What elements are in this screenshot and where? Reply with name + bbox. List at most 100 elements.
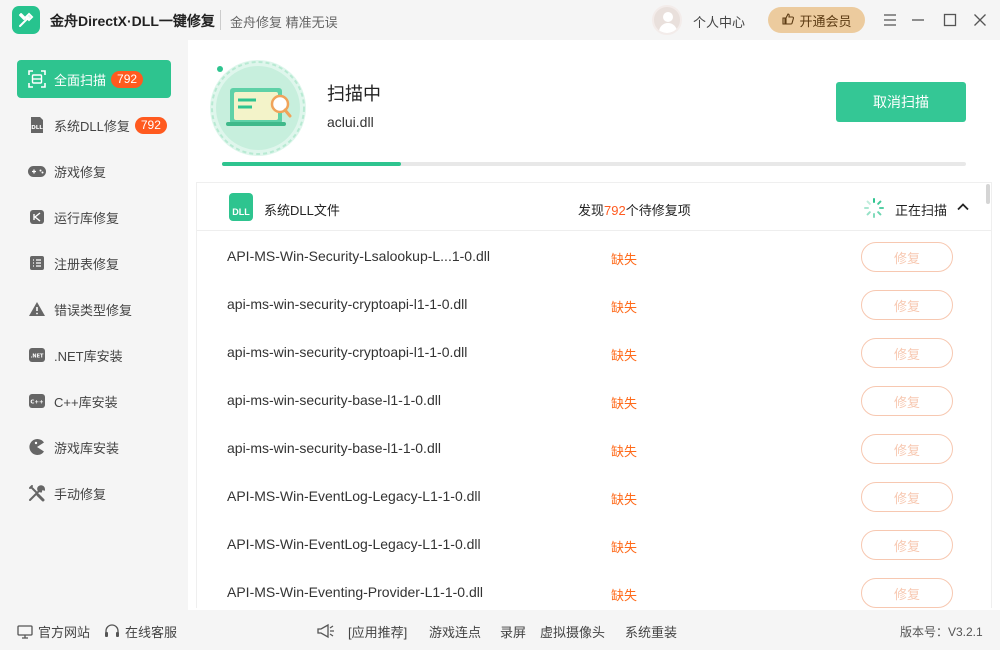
dll-status: 缺失 (611, 492, 638, 507)
sidebar-item-label: 全面扫描 (54, 72, 107, 88)
dll-status: 缺失 (611, 444, 638, 459)
dll-name: API-MS-Win-EventLog-Legacy-L1-1-0.dll (227, 488, 481, 504)
title-bar: 金舟DirectX·DLL一键修复 金舟修复 精准无误 个人中心 开通会员 (0, 0, 1000, 40)
sidebar-item-game-repair[interactable]: 游戏修复 (17, 152, 171, 190)
sidebar-item-label: 注册表修复 (54, 256, 120, 272)
footer-link-virtual-camera[interactable]: 虚拟摄像头 (540, 622, 605, 641)
scan-progress-bar (222, 162, 966, 166)
dll-name: api-ms-win-security-base-l1-1-0.dll (227, 392, 441, 408)
dll-name: API-MS-Win-Security-Lsalookup-L...1-0.dl… (227, 248, 490, 264)
sidebar-item-label: .NET库安装 (54, 348, 123, 364)
dll-status: 缺失 (611, 300, 638, 315)
found-prefix: 发现 (578, 203, 605, 218)
sidebar-item-cpp-install[interactable]: C++ C++库安装 (17, 382, 171, 420)
online-service-label: 在线客服 (125, 625, 178, 640)
scan-current-file: aclui.dll (327, 114, 374, 130)
repair-button[interactable]: 修复 (861, 530, 953, 560)
monitor-icon (17, 624, 33, 639)
dll-name: API-MS-Win-Eventing-Provider-L1-1-0.dll (227, 584, 483, 600)
footer-link-auto-clicker[interactable]: 游戏连点 (429, 622, 481, 641)
runtime-icon (27, 207, 47, 227)
sidebar-item-label: 运行库修复 (54, 210, 120, 226)
sidebar-item-label: 游戏修复 (54, 164, 107, 180)
dll-status: 缺失 (611, 540, 638, 555)
sidebar-item-manual-repair[interactable]: 手动修复 (17, 474, 171, 512)
repair-button[interactable]: 修复 (861, 290, 953, 320)
sidebar-item-full-scan[interactable]: 全面扫描 792 (17, 60, 171, 98)
footer: 官方网站 在线客服 [应用推荐] 游戏连点 录屏 虚拟摄像头 系统重装 版本号：… (0, 610, 1000, 650)
app-logo-icon (12, 6, 40, 34)
app-slogan: 金舟修复 精准无误 (230, 15, 338, 30)
official-site-link[interactable]: 官方网站 (17, 622, 90, 641)
list-title: 系统DLL文件 (264, 203, 340, 218)
megaphone-icon (316, 622, 336, 640)
repair-button[interactable]: 修复 (861, 242, 953, 272)
dll-icon: DLL (27, 115, 47, 135)
repair-button[interactable]: 修复 (861, 578, 953, 608)
dll-status: 缺失 (611, 588, 638, 603)
table-row: API-MS-Win-EventLog-Legacy-L1-1-0.dll 缺失 修… (197, 521, 991, 569)
sidebar-item-runtime-repair[interactable]: 运行库修复 (17, 198, 171, 236)
table-row: api-ms-win-security-base-l1-1-0.dll 缺失 修复 (197, 425, 991, 473)
dll-name: api-ms-win-security-base-l1-1-0.dll (227, 440, 441, 456)
sidebar-badge: 792 (111, 70, 144, 88)
list-header: DLL 系统DLL文件 发现792个待修复项 正在扫描 (197, 183, 991, 231)
found-count: 792 (604, 203, 626, 218)
sidebar-item-label: C++库安装 (54, 394, 118, 410)
footer-link-screen-recorder[interactable]: 录屏 (500, 622, 526, 641)
dll-name: api-ms-win-security-cryptoapi-l1-1-0.dll (227, 296, 468, 312)
found-suffix: 个待修复项 (625, 203, 691, 218)
maximize-icon[interactable] (940, 10, 960, 30)
svg-text:DLL: DLL (31, 125, 43, 131)
sidebar-item-error-repair[interactable]: 错误类型修复 (17, 290, 171, 328)
scan-status-title: 扫描中 (327, 84, 381, 104)
thumbs-up-icon (781, 12, 795, 29)
table-row: API-MS-Win-EventLog-Legacy-L1-1-0.dll 缺失 修… (197, 473, 991, 521)
table-row: API-MS-Win-Eventing-Provider-L1-1-0.dll 缺… (197, 569, 991, 608)
menu-icon[interactable] (880, 10, 900, 30)
chevron-up-icon[interactable] (955, 199, 971, 215)
pacman-icon (27, 437, 47, 457)
online-service-link[interactable]: 在线客服 (104, 622, 177, 641)
sidebar-item-registry-repair[interactable]: 注册表修复 (17, 244, 171, 282)
official-site-label: 官方网站 (38, 625, 91, 640)
repair-button[interactable]: 修复 (861, 386, 953, 416)
cpp-icon: C++ (27, 391, 47, 411)
registry-icon (27, 253, 47, 273)
found-summary: 发现792个待修复项 (578, 200, 691, 219)
dll-status: 缺失 (611, 252, 638, 267)
sidebar-item-label: 错误类型修复 (54, 302, 133, 318)
svg-text:C++: C++ (30, 400, 44, 406)
app-title: 金舟DirectX·DLL一键修复 (50, 13, 215, 29)
sidebar-item-system-dll[interactable]: DLL 系统DLL修复 792 (17, 106, 171, 144)
vip-button[interactable]: 开通会员 (768, 7, 865, 33)
repair-button[interactable]: 修复 (861, 338, 953, 368)
sidebar-item-dotnet-install[interactable]: .NET .NET库安装 (17, 336, 171, 374)
warning-icon (27, 299, 47, 319)
minimize-icon[interactable] (908, 10, 928, 30)
dll-status: 缺失 (611, 348, 638, 363)
sidebar-item-label: 系统DLL修复 (54, 118, 130, 134)
dll-file-icon: DLL (229, 193, 253, 221)
repair-button[interactable]: 修复 (861, 482, 953, 512)
footer-link-system-reinstall[interactable]: 系统重装 (625, 622, 677, 641)
table-row: API-MS-Win-Security-Lsalookup-L...1-0.dl… (197, 233, 991, 281)
table-row: api-ms-win-security-cryptoapi-l1-1-0.dll… (197, 281, 991, 329)
scanning-label: 正在扫描 (895, 203, 948, 218)
cancel-scan-button[interactable]: 取消扫描 (836, 82, 966, 122)
scan-illustration (210, 60, 306, 156)
table-row: api-ms-win-security-base-l1-1-0.dll 缺失 修复 (197, 377, 991, 425)
repair-button[interactable]: 修复 (861, 434, 953, 464)
user-center-link[interactable]: 个人中心 (693, 12, 745, 31)
dll-name: API-MS-Win-EventLog-Legacy-L1-1-0.dll (227, 536, 481, 552)
close-icon[interactable] (970, 10, 990, 30)
avatar[interactable] (652, 5, 682, 35)
sidebar-item-label: 手动修复 (54, 486, 107, 502)
version-label: 版本号：V3.2.1 (900, 625, 983, 639)
dll-list-panel: DLL 系统DLL文件 发现792个待修复项 正在扫描 API-MS-Win-S… (196, 182, 992, 608)
sidebar-item-game-lib-install[interactable]: 游戏库安装 (17, 428, 171, 466)
svg-text:.NET: .NET (31, 354, 44, 360)
dll-name: api-ms-win-security-cryptoapi-l1-1-0.dll (227, 344, 468, 360)
title-divider (220, 10, 221, 30)
list-scrollbar[interactable] (986, 184, 990, 204)
